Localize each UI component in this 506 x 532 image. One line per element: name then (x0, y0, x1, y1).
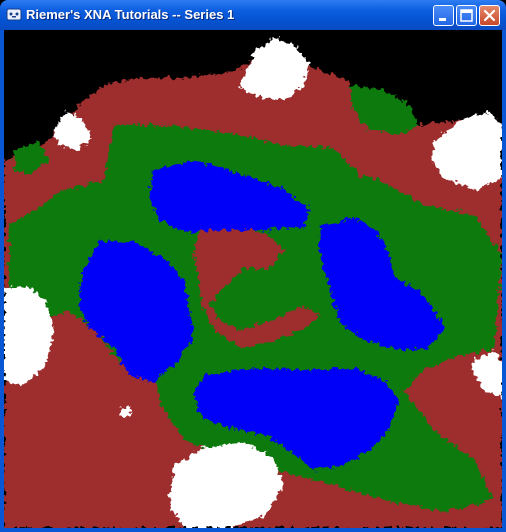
terrain-render (4, 30, 502, 528)
snow-peak (120, 406, 132, 418)
app-window: Riemer's XNA Tutorials -- Series 1 (0, 0, 506, 532)
title-bar[interactable]: Riemer's XNA Tutorials -- Series 1 (0, 0, 506, 30)
maximize-button[interactable] (456, 5, 477, 26)
app-icon[interactable] (6, 7, 22, 23)
close-button[interactable] (479, 5, 500, 26)
close-icon (483, 9, 496, 22)
window-frame-bottom (0, 528, 506, 532)
render-viewport[interactable] (4, 30, 502, 528)
window-title: Riemer's XNA Tutorials -- Series 1 (26, 7, 235, 22)
minimize-button[interactable] (433, 5, 454, 26)
maximize-icon (460, 9, 473, 22)
window-frame-right (502, 30, 506, 532)
window-frame-left (0, 30, 4, 532)
minimize-icon (439, 18, 446, 21)
